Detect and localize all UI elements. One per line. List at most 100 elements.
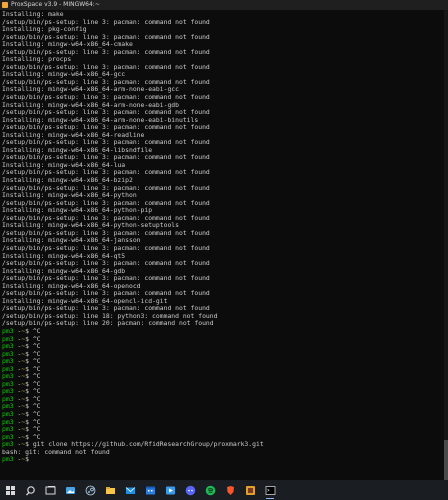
- terminal-prompt-line: pm3 -~$ ^C: [2, 327, 41, 335]
- terminal-line: /setup/bin/ps-setup: line 3: pacman: com…: [2, 33, 210, 41]
- prompt-host: pm3: [2, 365, 14, 373]
- prompt-path: ~: [21, 395, 26, 403]
- prompt-host: pm3: [2, 433, 14, 441]
- prompt-host: pm3: [2, 456, 14, 464]
- terminal-prompt-line: pm3 -~$ ^C: [2, 373, 41, 381]
- terminal-line: /setup/bin/ps-setup: line 3: pacman: com…: [2, 169, 210, 177]
- terminal-prompt-line: pm3 -~$ ^C: [2, 433, 41, 441]
- prompt-path: ~: [21, 426, 26, 434]
- terminal-prompt-line: pm3 -~$ ^C: [2, 410, 41, 418]
- terminal-output[interactable]: Installing: make/setup/bin/ps-setup: lin…: [0, 10, 448, 480]
- calendar-icon[interactable]: [140, 480, 160, 500]
- terminal-line: Installing: mingw-w64-x86_64-openocd: [2, 282, 141, 290]
- photos-icon[interactable]: [60, 480, 80, 500]
- spotify-icon[interactable]: [200, 480, 220, 500]
- terminal-prompt-line: pm3 -~$ ^C: [2, 365, 41, 373]
- terminal-line: /setup/bin/ps-setup: line 3: pacman: com…: [2, 48, 210, 56]
- prompt-host: pm3: [2, 358, 14, 366]
- terminal-line: /setup/bin/ps-setup: line 3: pacman: com…: [2, 184, 210, 192]
- discord-icon[interactable]: [180, 480, 200, 500]
- brave-icon[interactable]: [220, 480, 240, 500]
- terminal-line: Installing: mingw-w64-x86_64-jansson: [2, 237, 141, 245]
- prompt-command: ^C: [32, 365, 41, 373]
- prompt-path: ~: [21, 343, 26, 351]
- terminal-line: /setup/bin/ps-setup: line 3: pacman: com…: [2, 275, 210, 283]
- terminal-line: Installing: mingw-w64-x86_64-qt5: [2, 252, 126, 260]
- prompt-host: pm3: [2, 343, 14, 351]
- proxspace-icon[interactable]: [240, 480, 260, 500]
- prompt-path: ~: [21, 350, 26, 358]
- terminal-line: Installing: mingw-w64-x86_64-arm-none-ea…: [2, 116, 199, 124]
- search-icon[interactable]: [20, 480, 40, 500]
- terminal-line: /setup/bin/ps-setup: line 3: pacman: com…: [2, 260, 210, 268]
- title-bar[interactable]: ProxSpace v3.9 - MINGW64:~: [0, 0, 448, 10]
- terminal-line: /setup/bin/ps-setup: line 3: pacman: com…: [2, 63, 210, 71]
- terminal-line: Installing: mingw-w64-x86_64-cmake: [2, 41, 133, 49]
- prompt-command: git clone https://github.com/RfidResearc…: [32, 441, 264, 449]
- terminal-line: /setup/bin/ps-setup: line 3: pacman: com…: [2, 199, 210, 207]
- terminal-line: Installing: mingw-w64-x86_64-python-pip: [2, 207, 153, 215]
- taskbar: [0, 480, 448, 500]
- prompt-command: ^C: [32, 418, 41, 426]
- terminal-line: Installing: mingw-w64-x86_64-bzip2: [2, 177, 133, 185]
- file-explorer-icon[interactable]: [100, 480, 120, 500]
- terminal-line: /setup/bin/ps-setup: line 3: pacman: com…: [2, 305, 210, 313]
- prompt-path: ~: [21, 327, 26, 335]
- prompt-host: pm3: [2, 373, 14, 381]
- terminal-prompt-line: pm3 -~$ ^C: [2, 426, 41, 434]
- start-icon[interactable]: [0, 480, 20, 500]
- terminal-line: /setup/bin/ps-setup: line 3: pacman: com…: [2, 18, 210, 26]
- terminal-line: Installing: mingw-w64-x86_64-lua: [2, 161, 126, 169]
- terminal-line: Installing: mingw-w64-x86_64-libsndfile: [2, 146, 153, 154]
- prompt-path: ~: [21, 358, 26, 366]
- terminal-line: /setup/bin/ps-setup: line 20: pacman: co…: [2, 320, 214, 328]
- prompt-command: ^C: [32, 433, 41, 441]
- prompt-host: pm3: [2, 426, 14, 434]
- prompt-command: ^C: [32, 335, 41, 343]
- steam-icon[interactable]: [80, 480, 100, 500]
- prompt-command: ^C: [32, 380, 41, 388]
- prompt-host: pm3: [2, 327, 14, 335]
- terminal-line: /setup/bin/ps-setup: line 18: python3: c…: [2, 312, 218, 320]
- terminal-line: Installing: mingw-w64-x86_64-gdb: [2, 267, 126, 275]
- scrollbar-thumb[interactable]: [444, 440, 448, 480]
- prompt-command: ^C: [32, 410, 41, 418]
- task-view-icon[interactable]: [40, 480, 60, 500]
- prompt-host: pm3: [2, 335, 14, 343]
- terminal-line: Installing: procps: [2, 56, 72, 64]
- terminal-icon[interactable]: [260, 480, 280, 500]
- prompt-command: ^C: [32, 350, 41, 358]
- prompt-command: ^C: [32, 388, 41, 396]
- prompt-path: ~: [21, 433, 26, 441]
- terminal-prompt-line: pm3 -~$ git clone https://github.com/Rfi…: [2, 441, 264, 449]
- prompt-host: pm3: [2, 388, 14, 396]
- prompt-command: ^C: [32, 343, 41, 351]
- prompt-path: ~: [21, 335, 26, 343]
- prompt-command: ^C: [32, 426, 41, 434]
- terminal-prompt-line: pm3 -~$ ^C: [2, 395, 41, 403]
- app-icon: [2, 2, 8, 8]
- terminal-line: /setup/bin/ps-setup: line 3: pacman: com…: [2, 124, 210, 132]
- terminal-line: Installing: mingw-w64-x86_64-python-setu…: [2, 222, 179, 230]
- scrollbar[interactable]: [444, 10, 448, 480]
- prompt-command: ^C: [32, 395, 41, 403]
- terminal-line: Installing: mingw-w64-x86_64-arm-none-ea…: [2, 86, 179, 94]
- terminal-line: /setup/bin/ps-setup: line 3: pacman: com…: [2, 109, 210, 117]
- terminal-line: Installing: mingw-w64-x86_64-gcc: [2, 71, 126, 79]
- terminal-prompt-line: pm3 -~$ ^C: [2, 418, 41, 426]
- prompt-path: ~: [21, 418, 26, 426]
- terminal-prompt-line: pm3 -~$ ^C: [2, 388, 41, 396]
- terminal-line: Installing: pkg-config: [2, 26, 87, 34]
- terminal-line: /setup/bin/ps-setup: line 3: pacman: com…: [2, 78, 210, 86]
- mail-icon[interactable]: [120, 480, 140, 500]
- terminal-line: /setup/bin/ps-setup: line 3: pacman: com…: [2, 214, 210, 222]
- media-icon[interactable]: [160, 480, 180, 500]
- prompt-host: pm3: [2, 380, 14, 388]
- prompt-path: ~: [21, 410, 26, 418]
- prompt-path: ~: [21, 373, 26, 381]
- prompt-path: ~: [21, 365, 26, 373]
- terminal-line: Installing: mingw-w64-x86_64-opencl-icd-…: [2, 297, 168, 305]
- terminal-prompt-line: pm3 -~$ ^C: [2, 358, 41, 366]
- terminal-line: /setup/bin/ps-setup: line 3: pacman: com…: [2, 290, 210, 298]
- terminal-line: /setup/bin/ps-setup: line 3: pacman: com…: [2, 94, 210, 102]
